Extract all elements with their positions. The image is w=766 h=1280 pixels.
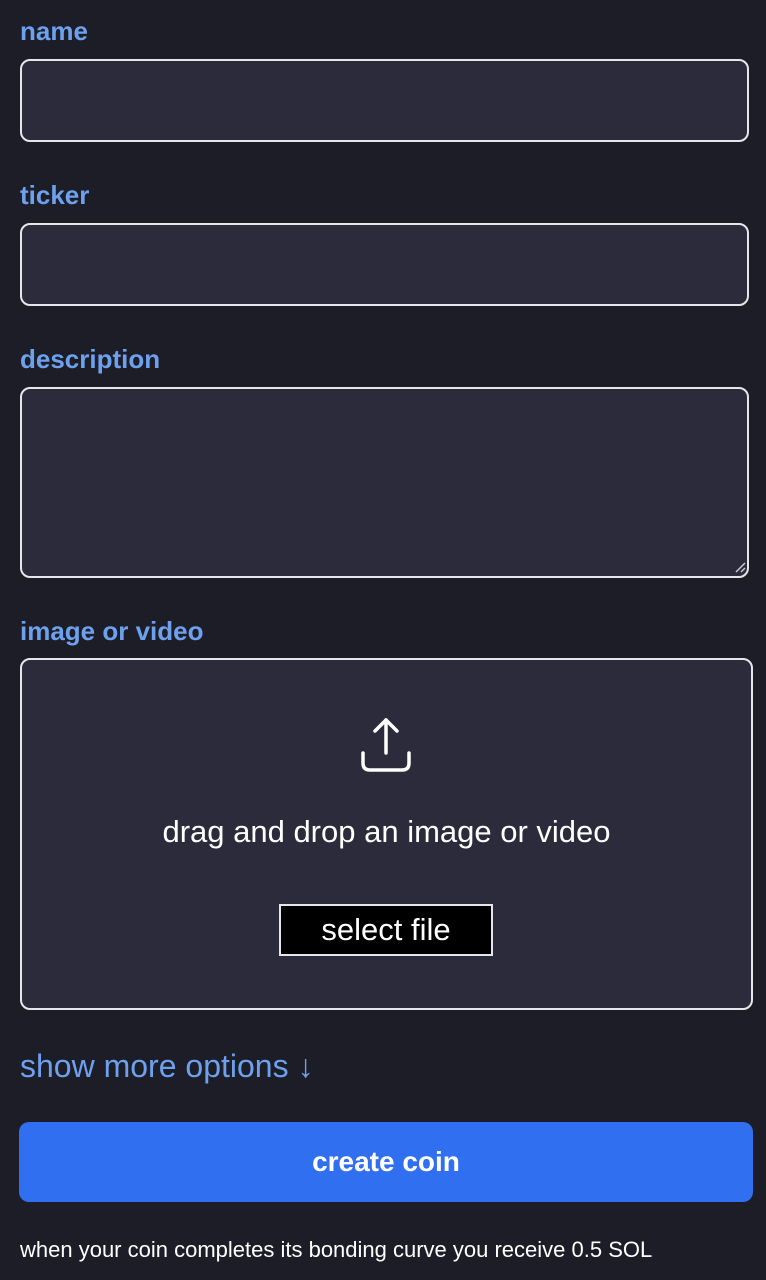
ticker-label: ticker [20, 180, 90, 210]
ticker-input[interactable] [20, 223, 749, 306]
name-input[interactable] [20, 59, 749, 142]
description-textarea[interactable] [20, 387, 749, 578]
resize-grip-icon[interactable] [734, 561, 746, 573]
show-more-options-link[interactable]: show more options ↓ [20, 1046, 313, 1086]
name-label: name [20, 16, 88, 46]
upload-icon [361, 718, 411, 772]
image-or-video-label: image or video [20, 616, 204, 646]
description-label: description [20, 344, 161, 374]
bonding-curve-footnote: when your coin completes its bonding cur… [20, 1237, 653, 1262]
create-coin-button[interactable]: create coin [19, 1122, 753, 1202]
dropzone-instructions: drag and drop an image or video [162, 814, 611, 849]
create-coin-form: name ticker description image or video d… [0, 0, 766, 1280]
select-file-button[interactable]: select file [279, 904, 493, 956]
